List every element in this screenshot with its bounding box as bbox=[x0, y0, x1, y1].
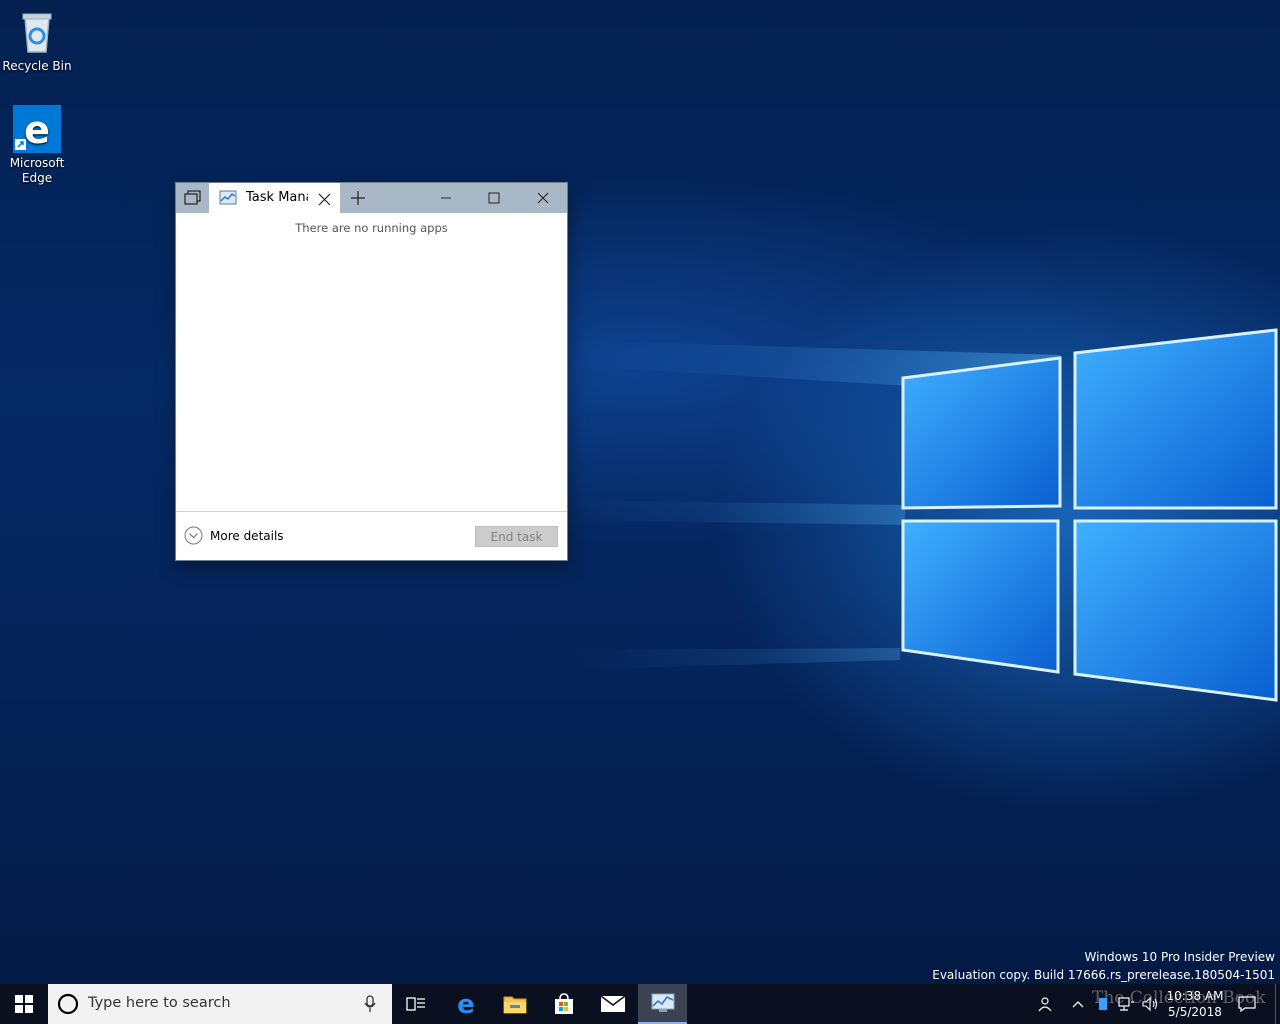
taskbar-edge-button[interactable]: e bbox=[442, 984, 490, 1024]
chevron-down-icon bbox=[184, 526, 203, 545]
chevron-up-icon bbox=[1072, 1001, 1084, 1008]
more-details-button[interactable]: More details bbox=[184, 526, 284, 545]
minimize-icon bbox=[441, 197, 451, 199]
tab-switcher-button[interactable] bbox=[176, 183, 209, 213]
task-view-icon bbox=[406, 997, 425, 1011]
task-manager-app-icon bbox=[219, 190, 237, 210]
tab-switcher-icon bbox=[183, 190, 201, 205]
mail-icon bbox=[600, 995, 626, 1012]
close-icon bbox=[537, 192, 549, 204]
network-icon bbox=[1118, 997, 1134, 1011]
clock[interactable]: 10:38 AM 5/5/2018 bbox=[1166, 988, 1224, 1020]
microphone-icon[interactable] bbox=[364, 995, 376, 1013]
close-tab-icon[interactable] bbox=[318, 191, 331, 210]
recycle-bin-shortcut[interactable]: Recycle Bin bbox=[0, 8, 74, 74]
edge-icon: e bbox=[13, 105, 61, 153]
action-center-button[interactable] bbox=[1232, 984, 1262, 1024]
title-bar[interactable]: Task Manager bbox=[176, 183, 567, 213]
maximize-button[interactable] bbox=[471, 183, 517, 213]
notification-icon bbox=[1238, 996, 1256, 1012]
empty-apps-message: There are no running apps bbox=[295, 221, 448, 235]
recycle-bin-label: Recycle Bin bbox=[2, 59, 72, 73]
recycle-bin-icon bbox=[13, 8, 61, 56]
plus-icon bbox=[351, 191, 365, 205]
folder-icon bbox=[503, 996, 527, 1014]
taskbar-mail-button[interactable] bbox=[589, 984, 637, 1024]
task-view-button[interactable] bbox=[392, 984, 440, 1024]
task-manager-window: Task Manager There are no running apps M… bbox=[176, 183, 567, 560]
show-desktop-button[interactable] bbox=[1275, 984, 1280, 1024]
taskbar-file-explorer-button[interactable] bbox=[491, 984, 539, 1024]
app-tray-icon bbox=[1099, 998, 1107, 1010]
window-footer: More details End task bbox=[176, 511, 567, 561]
start-button[interactable] bbox=[0, 984, 48, 1024]
microsoft-edge-label: Microsoft Edge bbox=[9, 156, 65, 185]
tab-title: Task Manager bbox=[246, 190, 308, 205]
end-task-button[interactable]: End task bbox=[475, 526, 558, 547]
app-tray-button[interactable] bbox=[1094, 984, 1112, 1024]
people-button[interactable] bbox=[1032, 984, 1058, 1024]
store-icon bbox=[555, 993, 573, 1014]
taskbar-store-button[interactable] bbox=[540, 984, 588, 1024]
task-manager-icon bbox=[651, 993, 674, 1012]
close-button[interactable] bbox=[519, 183, 567, 213]
network-button[interactable] bbox=[1114, 984, 1138, 1024]
people-icon bbox=[1038, 997, 1052, 1012]
svg-text:e: e bbox=[457, 991, 475, 1017]
taskbar: Type here to search e The Collection Boo… bbox=[0, 984, 1280, 1024]
search-box[interactable]: Type here to search bbox=[48, 984, 392, 1024]
build-watermark-line2: Evaluation copy. Build 17666.rs_prerelea… bbox=[932, 968, 1275, 982]
new-tab-button[interactable] bbox=[344, 183, 372, 213]
microsoft-edge-shortcut[interactable]: e Microsoft Edge bbox=[0, 105, 74, 186]
search-placeholder: Type here to search bbox=[88, 995, 231, 1011]
cortana-icon bbox=[57, 993, 79, 1015]
maximize-icon bbox=[488, 192, 500, 204]
clock-date: 5/5/2018 bbox=[1168, 1005, 1222, 1019]
taskbar-task-manager-button[interactable] bbox=[638, 984, 687, 1024]
edge-icon: e bbox=[457, 991, 475, 1017]
minimize-button[interactable] bbox=[423, 183, 469, 213]
more-details-label: More details bbox=[210, 528, 284, 543]
build-watermark-line1: Windows 10 Pro Insider Preview bbox=[1084, 950, 1275, 964]
show-hidden-icons-button[interactable] bbox=[1066, 984, 1090, 1024]
volume-button[interactable] bbox=[1139, 984, 1163, 1024]
windows-logo-icon bbox=[15, 995, 33, 1013]
clock-time: 10:38 AM bbox=[1166, 989, 1224, 1003]
tab-task-manager[interactable]: Task Manager bbox=[209, 183, 340, 213]
svg-text:e: e bbox=[24, 108, 50, 152]
speaker-icon bbox=[1142, 996, 1158, 1012]
